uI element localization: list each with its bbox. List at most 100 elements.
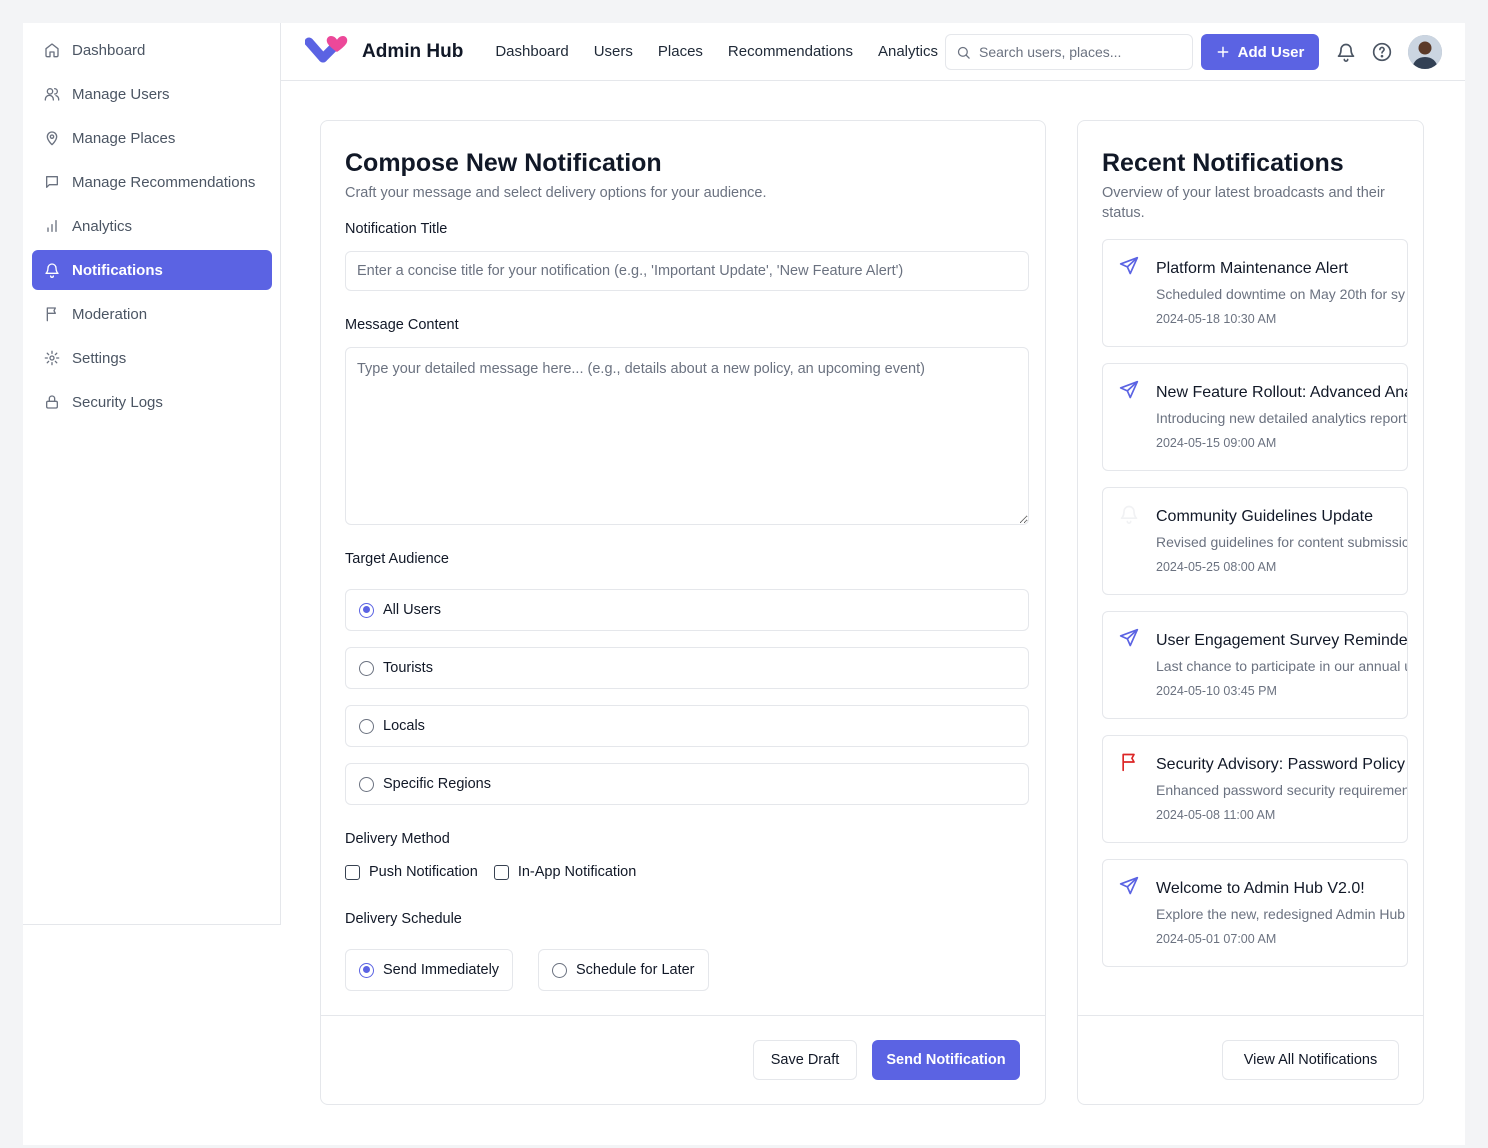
- delivery-option-label: In-App Notification: [517, 864, 637, 880]
- audience-option-specific-regions[interactable]: Specific Regions: [345, 763, 1029, 805]
- recent-title: Recent Notifications: [1102, 149, 1344, 177]
- sidebar-item-notifications[interactable]: Notifications: [32, 250, 272, 290]
- top-header: Admin Hub Dashboard Users Places Recomme…: [281, 23, 1465, 81]
- home-icon: [45, 43, 59, 58]
- notification-item[interactable]: New Feature Rollout: Advanced Ana Introd…: [1102, 363, 1408, 471]
- search-icon: [957, 46, 970, 59]
- brand-name: Admin Hub: [362, 40, 464, 62]
- sidebar-item-manage-users[interactable]: Manage Users: [32, 74, 272, 114]
- delivery-label: Delivery Method: [345, 831, 450, 847]
- audience-option-locals[interactable]: Locals: [345, 705, 1029, 747]
- schedule-option-immediately[interactable]: Send Immediately: [345, 949, 514, 991]
- radio[interactable]: [359, 718, 374, 734]
- send-icon: [1119, 380, 1139, 399]
- audience-option-label: All Users: [383, 602, 442, 618]
- delivery-option-in-app[interactable]: In-App Notification: [493, 864, 637, 880]
- notification-desc: Last chance to participate in our annual…: [1156, 658, 1408, 674]
- schedule-label: Delivery Schedule: [345, 911, 462, 927]
- notification-desc: Explore the new, redesigned Admin Hub: [1156, 906, 1406, 922]
- user-avatar-icon: [1408, 35, 1442, 69]
- message-content-textarea[interactable]: [345, 347, 1029, 525]
- nav-places[interactable]: Places: [658, 43, 703, 60]
- radio-selected[interactable]: [359, 602, 374, 618]
- sidebar-item-label: Security Logs: [72, 393, 163, 411]
- notification-bell-icon[interactable]: [1336, 42, 1356, 62]
- nav-users[interactable]: Users: [594, 43, 633, 60]
- nav-analytics[interactable]: Analytics: [878, 43, 938, 60]
- compose-title: Compose New Notification: [345, 149, 662, 177]
- checkbox[interactable]: [345, 864, 360, 880]
- search-box: [945, 34, 1193, 70]
- sidebar-item-settings[interactable]: Settings: [32, 338, 272, 378]
- notification-title: New Feature Rollout: Advanced Ana: [1156, 384, 1408, 401]
- radio[interactable]: [552, 962, 567, 978]
- sidebar-item-dashboard[interactable]: Dashboard: [32, 30, 272, 70]
- sidebar-item-manage-recommendations[interactable]: Manage Recommendations: [32, 162, 272, 202]
- map-pin-icon: [46, 131, 58, 146]
- search-input[interactable]: [979, 44, 1179, 60]
- flag-icon: [46, 307, 56, 322]
- help-icon[interactable]: [1372, 42, 1392, 62]
- notification-time: 2024-05-01 07:00 AM: [1156, 932, 1277, 946]
- sidebar-item-manage-places[interactable]: Manage Places: [32, 118, 272, 158]
- notification-title-input[interactable]: [345, 251, 1029, 291]
- notification-title: Security Advisory: Password Policy: [1156, 756, 1405, 773]
- schedule-option-label: Schedule for Later: [576, 962, 695, 978]
- notification-desc: Scheduled downtime on May 20th for sy: [1156, 286, 1406, 302]
- view-all-notifications-button[interactable]: View All Notifications: [1222, 1040, 1399, 1080]
- radio[interactable]: [359, 776, 374, 792]
- notification-item[interactable]: Community Guidelines Update Revised guid…: [1102, 487, 1408, 595]
- add-user-button[interactable]: Add User: [1201, 34, 1319, 70]
- notification-desc: Enhanced password security requiremen: [1156, 782, 1408, 798]
- notification-item[interactable]: Platform Maintenance Alert Scheduled dow…: [1102, 239, 1408, 347]
- notification-title: Welcome to Admin Hub V2.0!: [1156, 880, 1365, 897]
- brand[interactable]: Admin Hub: [305, 34, 463, 70]
- notification-time: 2024-05-25 08:00 AM: [1156, 560, 1277, 574]
- sidebar-item-analytics[interactable]: Analytics: [32, 206, 272, 246]
- card-footer-divider: [321, 1015, 1045, 1016]
- sidebar-item-moderation[interactable]: Moderation: [32, 294, 272, 334]
- notification-item[interactable]: Welcome to Admin Hub V2.0! Explore the n…: [1102, 859, 1408, 967]
- notification-time: 2024-05-10 03:45 PM: [1156, 684, 1277, 698]
- save-draft-button[interactable]: Save Draft: [753, 1040, 857, 1080]
- top-nav: Dashboard Users Places Recommendations A…: [495, 43, 938, 60]
- sidebar-item-security-logs[interactable]: Security Logs: [32, 382, 272, 422]
- recent-subtitle: Overview of your latest broadcasts and t…: [1102, 185, 1385, 221]
- audience-option-all-users[interactable]: All Users: [345, 589, 1029, 631]
- brand-logo-icon: [305, 35, 348, 62]
- sidebar: Dashboard Manage Users Manage Places Man…: [23, 23, 281, 925]
- bell-icon: [1120, 505, 1138, 524]
- compose-card: Compose New Notification Craft your mess…: [320, 120, 1046, 1105]
- delivery-option-push[interactable]: Push Notification: [345, 864, 478, 880]
- sidebar-item-label: Analytics: [72, 217, 133, 235]
- gear-icon: [44, 350, 60, 366]
- flag-icon: [1122, 753, 1135, 772]
- notification-desc: Revised guidelines for content submissic: [1156, 534, 1408, 550]
- delivery-option-label: Push Notification: [369, 864, 478, 880]
- audience-label: Target Audience: [345, 551, 449, 567]
- notification-desc: Introducing new detailed analytics repor…: [1156, 410, 1407, 426]
- sidebar-item-label: Settings: [72, 349, 127, 367]
- audience-option-label: Specific Regions: [383, 776, 491, 792]
- radio[interactable]: [359, 660, 374, 676]
- checkbox[interactable]: [493, 864, 509, 880]
- audience-option-tourists[interactable]: Tourists: [345, 647, 1029, 689]
- sidebar-item-label: Manage Recommendations: [72, 173, 256, 191]
- recent-notifications-card: Recent Notifications Overview of your la…: [1077, 120, 1424, 1105]
- nav-recommendations[interactable]: Recommendations: [728, 43, 853, 60]
- nav-dashboard[interactable]: Dashboard: [495, 43, 568, 60]
- bar-chart-icon: [47, 220, 57, 232]
- sidebar-item-label: Notifications: [72, 261, 163, 279]
- sidebar-item-label: Manage Places: [72, 129, 176, 147]
- notification-item[interactable]: User Engagement Survey Reminder Last cha…: [1102, 611, 1408, 719]
- schedule-option-later[interactable]: Schedule for Later: [538, 949, 709, 991]
- notification-title: Platform Maintenance Alert: [1156, 260, 1349, 277]
- radio-selected[interactable]: [359, 962, 374, 978]
- send-notification-button[interactable]: Send Notification: [872, 1040, 1020, 1080]
- notification-item[interactable]: Security Advisory: Password Policy Enhan…: [1102, 735, 1408, 843]
- notification-time: 2024-05-18 10:30 AM: [1156, 312, 1277, 326]
- avatar[interactable]: [1408, 35, 1442, 69]
- plus-icon: [1217, 46, 1229, 58]
- add-user-label: Add User: [1237, 43, 1305, 61]
- bell-icon: [45, 263, 59, 278]
